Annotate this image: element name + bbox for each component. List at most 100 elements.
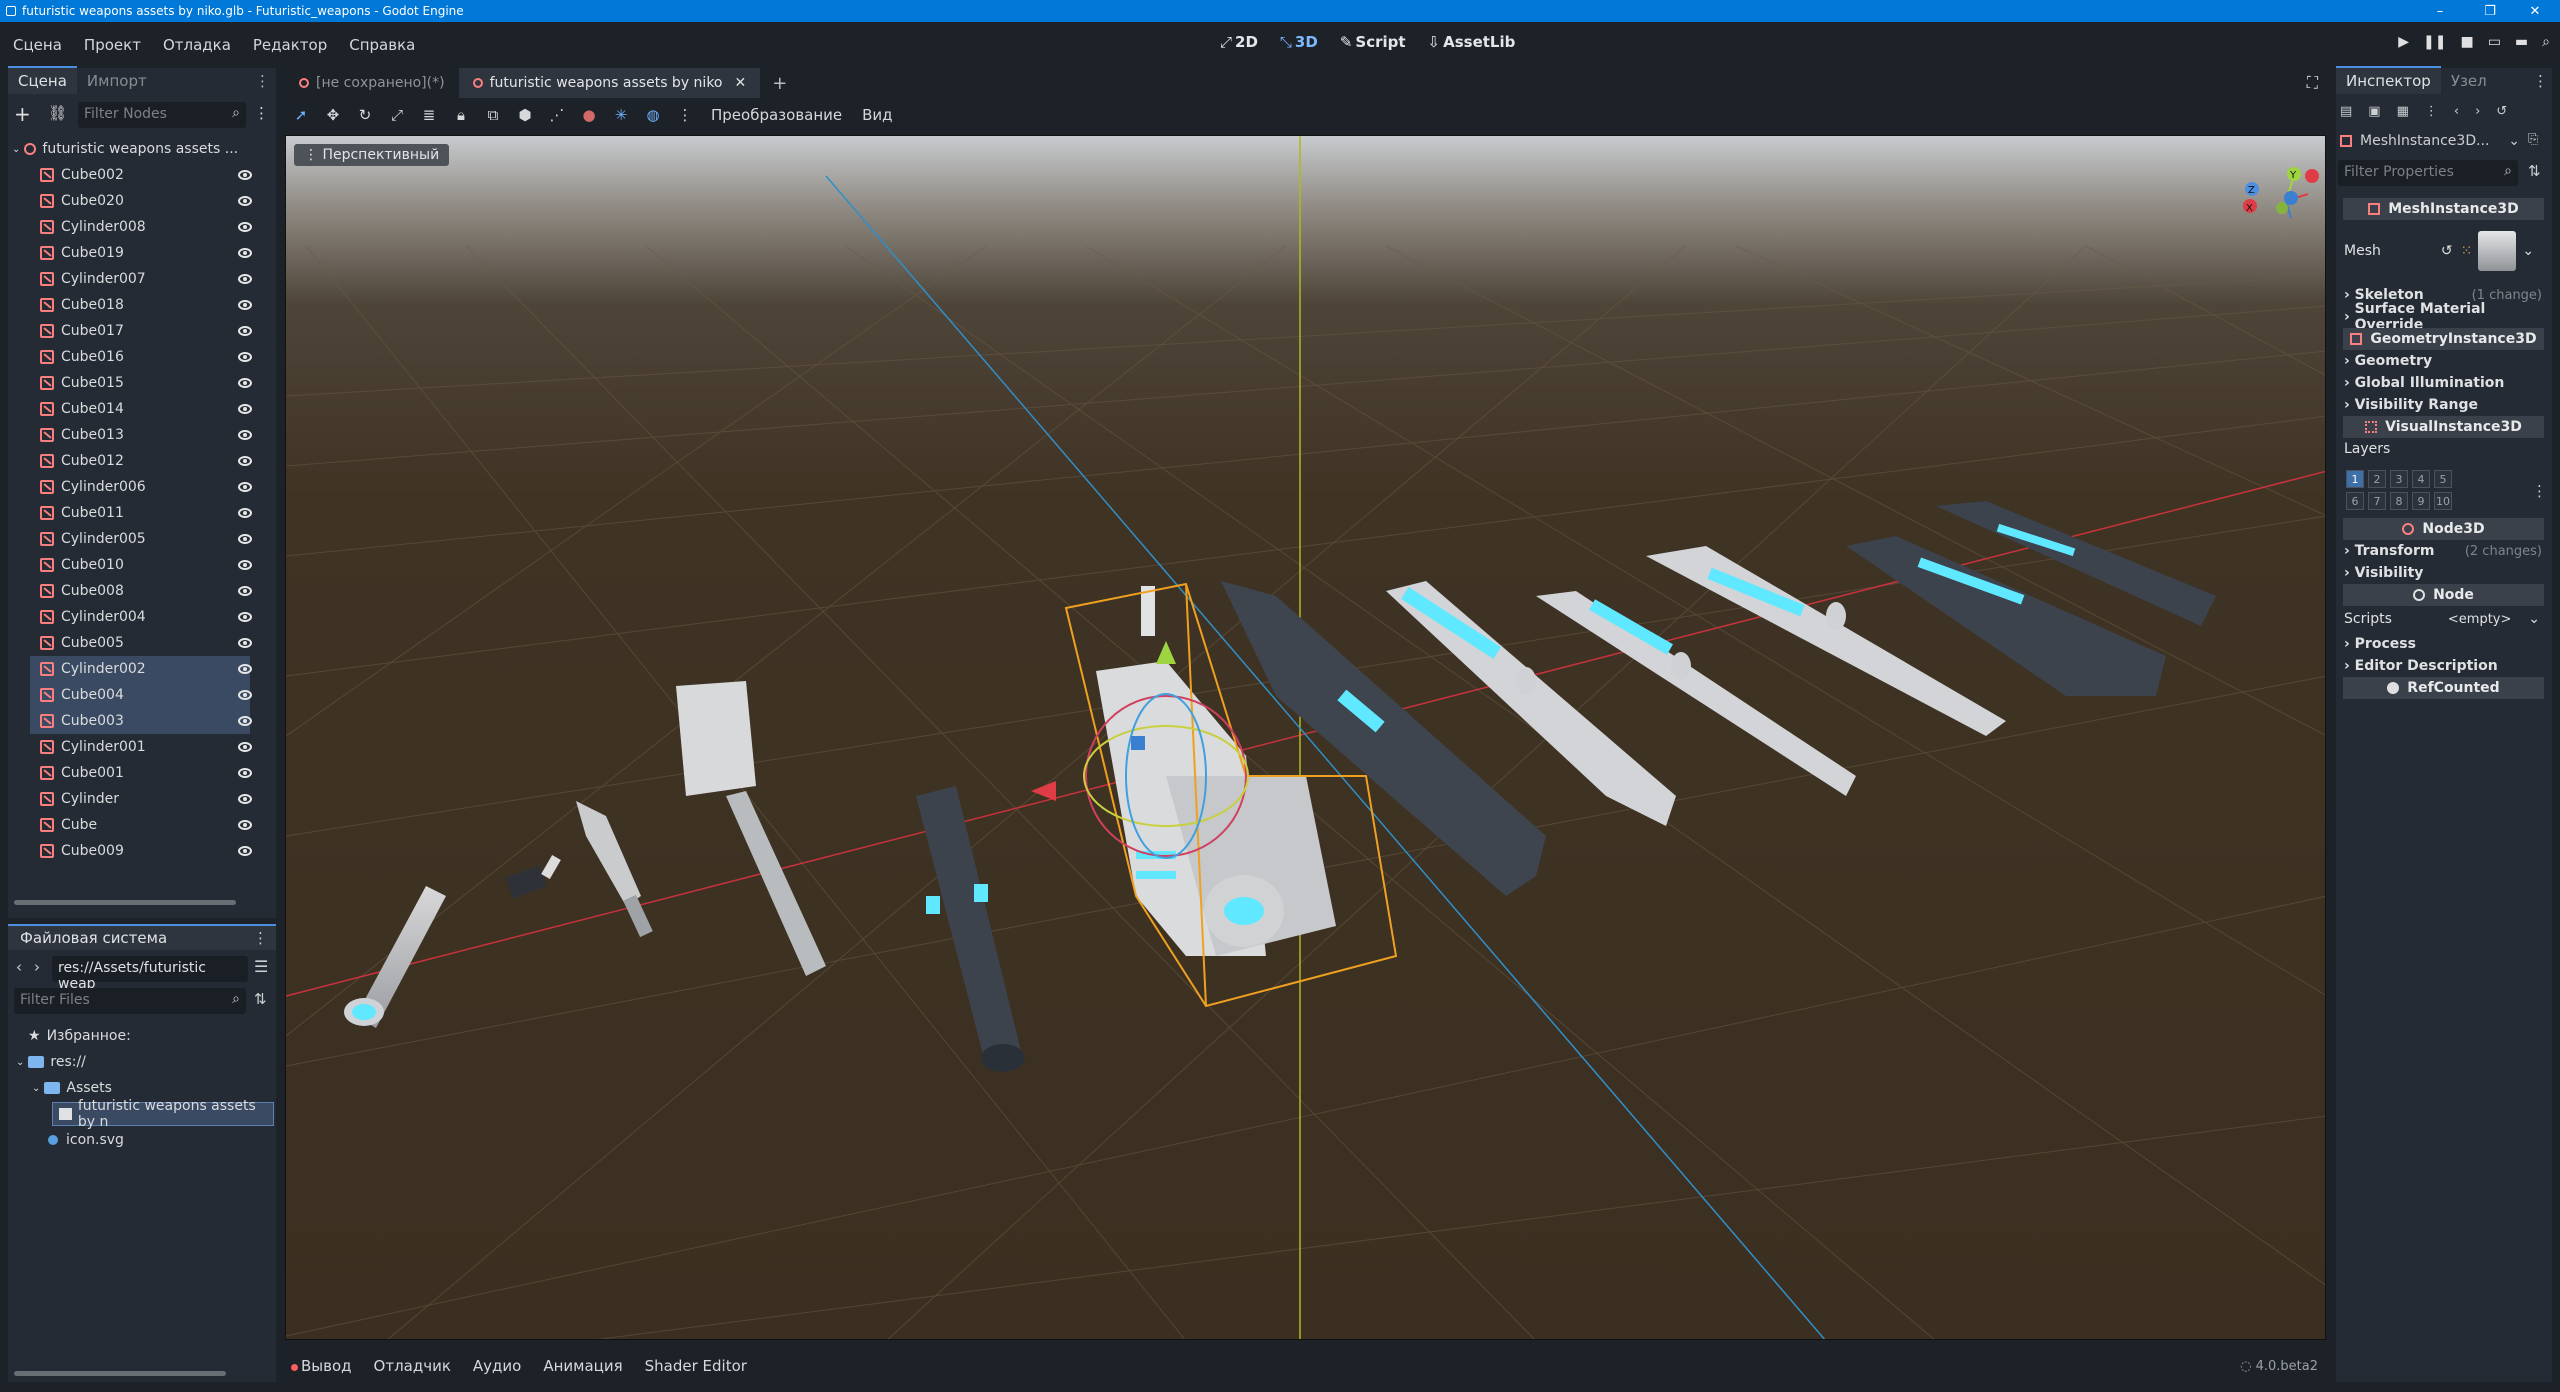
tree-node-cylinder007[interactable]: Cylinder007 — [30, 266, 250, 292]
list-select-icon[interactable]: ≣ — [413, 106, 445, 124]
tree-node-cube004[interactable]: Cube004 — [30, 682, 250, 708]
scripts-value[interactable]: <empty> — [2448, 612, 2512, 627]
reset-icon[interactable]: ↺ — [2441, 243, 2453, 259]
visibility-eye-icon[interactable] — [238, 794, 252, 804]
tree-node-cube005[interactable]: Cube005 — [30, 630, 250, 656]
maximize-button[interactable]: ❐ — [2470, 0, 2510, 22]
tree-node-cylinder004[interactable]: Cylinder004 — [30, 604, 250, 630]
main-screen-3d-button[interactable]: ⤡ 3D — [1280, 33, 1318, 51]
tree-node-cube014[interactable]: Cube014 — [30, 396, 250, 422]
layer-toggle[interactable]: 9 — [2412, 492, 2430, 510]
tree-node-cylinder001[interactable]: Cylinder001 — [30, 734, 250, 760]
visibility-eye-icon[interactable] — [238, 612, 252, 622]
menu-help[interactable]: Справка — [338, 36, 426, 54]
visibility-eye-icon[interactable] — [238, 638, 252, 648]
visibility-eye-icon[interactable] — [238, 508, 252, 518]
visibility-eye-icon[interactable] — [238, 820, 252, 830]
more-icon[interactable]: ⋮ — [2425, 104, 2438, 119]
tree-node-cube018[interactable]: Cube018 — [30, 292, 250, 318]
play-scene-icon[interactable]: ▭ — [2488, 34, 2501, 50]
group-visibility-range[interactable]: › Visibility Range — [2344, 394, 2544, 416]
tab-scene[interactable]: Сцена — [8, 66, 77, 94]
tree-node-cube011[interactable]: Cube011 — [30, 500, 250, 526]
visibility-eye-icon[interactable] — [238, 430, 252, 440]
group-geometry[interactable]: › Geometry — [2344, 350, 2544, 372]
visibility-eye-icon[interactable] — [238, 300, 252, 310]
group-process[interactable]: › Process — [2344, 633, 2544, 655]
globe-icon[interactable]: ◍ — [637, 106, 669, 124]
class-geometryinstance3d[interactable]: GeometryInstance3D — [2343, 328, 2544, 350]
collapse-arrow-icon[interactable]: ⌄ — [16, 1057, 24, 1068]
viewport-3d[interactable]: Y X Z ⋮ Перспективный — [285, 135, 2326, 1340]
layer-toggle[interactable]: 3 — [2390, 470, 2408, 488]
tab-debugger[interactable]: Отладчик — [363, 1357, 462, 1375]
preview-sun-icon[interactable]: ● — [573, 106, 605, 124]
path-field[interactable]: res://Assets/futuristic weap — [52, 956, 248, 992]
visibility-eye-icon[interactable] — [238, 482, 252, 492]
class-refcounted[interactable]: RefCounted — [2343, 677, 2544, 699]
visibility-eye-icon[interactable] — [238, 456, 252, 466]
dock-menu-icon[interactable]: ⋮ — [253, 929, 268, 947]
class-node[interactable]: Node — [2343, 584, 2544, 606]
fs-glb-file[interactable]: futuristic weapons assets by n — [52, 1098, 274, 1130]
property-options-icon[interactable]: ⇅ — [2528, 162, 2541, 180]
main-screen-assetlib-button[interactable]: ⇩ AssetLib — [1428, 33, 1516, 51]
move-tool-icon[interactable]: ✥ — [317, 106, 349, 124]
docs-icon[interactable]: ⎘ — [2528, 132, 2538, 147]
play-custom-icon[interactable]: ▬ — [2515, 34, 2528, 50]
group-global-illumination[interactable]: › Global Illumination — [2344, 372, 2544, 394]
fs-assets-folder[interactable]: ⌄ Assets — [32, 1076, 112, 1100]
layers-menu-icon[interactable]: ⋮ — [2532, 482, 2547, 500]
layer-toggle[interactable]: 1 — [2346, 470, 2364, 488]
pause-icon[interactable]: ❚❚ — [2423, 34, 2446, 50]
snap-icon[interactable]: ⬢ — [509, 106, 541, 124]
visibility-eye-icon[interactable] — [238, 664, 252, 674]
tree-node-cube016[interactable]: Cube016 — [30, 344, 250, 370]
class-node3d[interactable]: Node3D — [2343, 518, 2544, 540]
filter-properties-input[interactable]: Filter Properties ⌕ — [2338, 160, 2518, 186]
save-icon[interactable]: ▦ — [2397, 104, 2409, 119]
class-meshinstance3d[interactable]: MeshInstance3D — [2343, 198, 2544, 220]
tree-node-cylinder002[interactable]: Cylinder002 — [30, 656, 250, 682]
tree-node-cylinder006[interactable]: Cylinder006 — [30, 474, 250, 500]
group-visibility[interactable]: › Visibility — [2344, 562, 2544, 584]
tab-shader-editor[interactable]: Shader Editor — [634, 1357, 758, 1375]
more-options-icon[interactable]: ⋮ — [669, 106, 701, 124]
visibility-eye-icon[interactable] — [238, 378, 252, 388]
menu-project[interactable]: Проект — [73, 36, 152, 54]
tab-audio[interactable]: Аудио — [462, 1357, 532, 1375]
visibility-eye-icon[interactable] — [238, 534, 252, 544]
new-resource-icon[interactable]: ▤ — [2340, 104, 2352, 119]
mesh-preview[interactable] — [2478, 231, 2517, 271]
visibility-eye-icon[interactable] — [238, 352, 252, 362]
lock-icon[interactable]: 🔒︎ — [445, 106, 477, 124]
history-back-icon[interactable]: ‹ — [2454, 104, 2459, 119]
tab-import[interactable]: Импорт — [77, 68, 157, 94]
visibility-eye-icon[interactable] — [238, 768, 252, 778]
visibility-eye-icon[interactable] — [238, 560, 252, 570]
group-transform[interactable]: › Transform (2 changes) — [2344, 540, 2544, 562]
layer-toggle[interactable]: 6 — [2346, 492, 2364, 510]
filesystem-tab[interactable]: Файловая система ⋮ — [8, 924, 276, 950]
movie-icon[interactable]: ⌕ — [2542, 34, 2550, 50]
filter-files-input[interactable]: Filter Files ⌕ — [14, 988, 246, 1014]
list-view-icon[interactable]: ☰ — [254, 957, 268, 976]
chevron-down-icon[interactable]: ⌄ — [2522, 243, 2534, 259]
visibility-eye-icon[interactable] — [238, 742, 252, 752]
open-folder-icon[interactable]: ▣ — [2368, 104, 2380, 119]
tree-node-cube010[interactable]: Cube010 — [30, 552, 250, 578]
sort-icon[interactable]: ⇅ — [254, 990, 267, 1008]
visibility-eye-icon[interactable] — [238, 586, 252, 596]
tree-node-cube020[interactable]: Cube020 — [30, 188, 250, 214]
filter-nodes-input[interactable]: Filter Nodes ⌕ — [78, 102, 246, 128]
tree-node-cube002[interactable]: Cube002 — [30, 162, 250, 188]
visibility-eye-icon[interactable] — [238, 846, 252, 856]
scale-tool-icon[interactable]: ⤢ — [381, 106, 413, 124]
add-node-icon[interactable]: + — [14, 102, 31, 126]
back-icon[interactable]: ‹ — [16, 958, 22, 976]
tab-output[interactable]: Вывод — [285, 1357, 363, 1375]
stop-icon[interactable]: ■ — [2460, 34, 2473, 50]
chevron-down-icon[interactable]: ⌄ — [2528, 611, 2544, 627]
main-screen-2d-button[interactable]: ⤢ 2D — [1220, 33, 1258, 51]
history-icon[interactable]: ↺ — [2496, 104, 2507, 119]
